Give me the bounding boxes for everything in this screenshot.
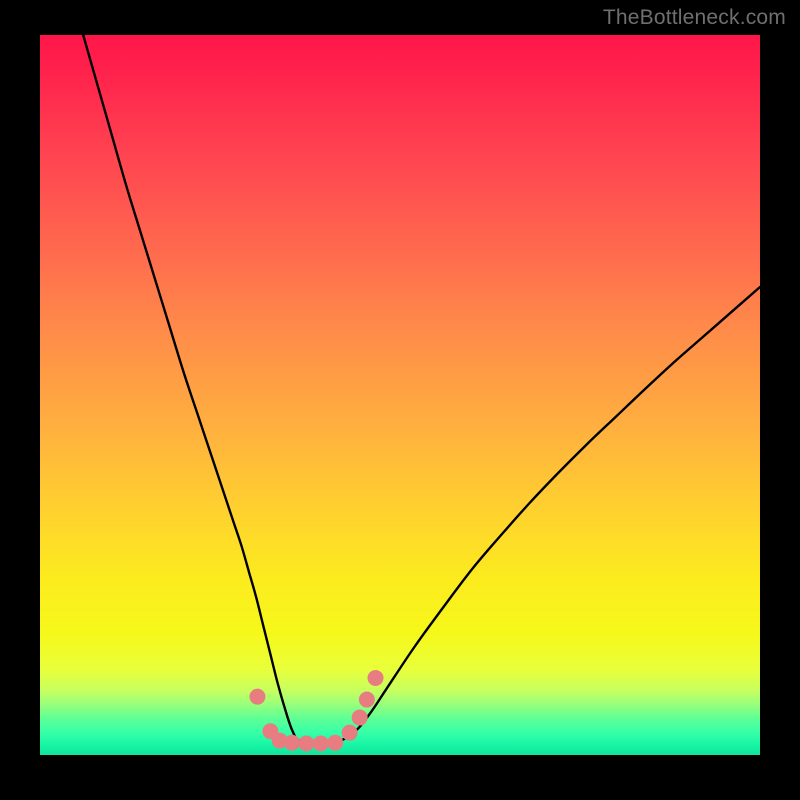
data-marker bbox=[352, 710, 367, 725]
data-marker bbox=[328, 735, 343, 750]
data-marker bbox=[313, 736, 328, 751]
watermark-text: TheBottleneck.com bbox=[603, 6, 786, 30]
data-marker bbox=[342, 725, 357, 740]
data-marker bbox=[368, 670, 383, 685]
chart-overlay bbox=[40, 35, 760, 755]
data-marker bbox=[250, 689, 265, 704]
data-marker bbox=[359, 692, 374, 707]
bottleneck-curve bbox=[83, 35, 760, 744]
data-marker bbox=[299, 736, 314, 751]
marker-group bbox=[250, 670, 383, 751]
data-marker bbox=[285, 735, 300, 750]
